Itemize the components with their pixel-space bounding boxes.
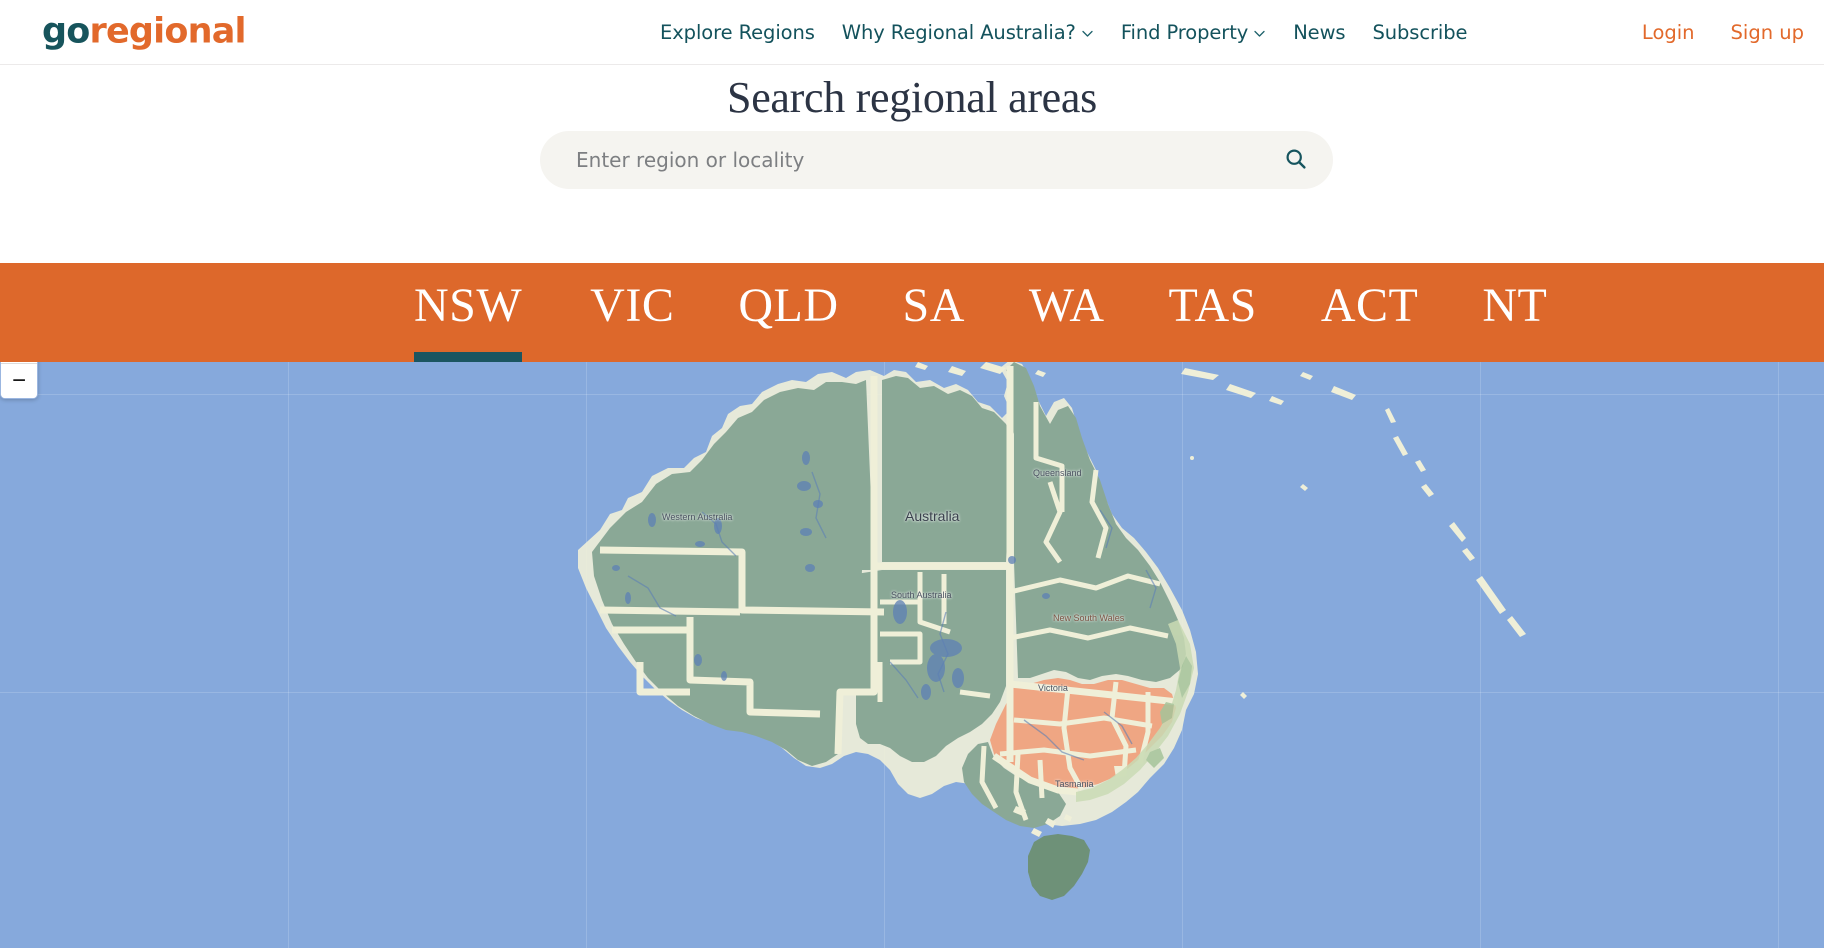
state-tab-nt[interactable]: NT [1450,263,1579,362]
state-tab-label: NT [1482,279,1548,332]
page-root: goregional Explore Regions Why Regional … [0,0,1824,948]
nav-label: Subscribe [1372,20,1468,44]
logo-text-go: go [42,11,90,52]
state-tasmania [1028,834,1090,900]
nav-label: Find Property [1120,20,1249,44]
state-tab-label: ACT [1320,279,1419,332]
auth-links: Login Sign up [1642,0,1804,65]
map-canvas[interactable]: Australia Western Australia South Austra… [0,362,1824,948]
site-logo[interactable]: goregional [42,11,247,52]
page-title: Search regional areas [727,73,1097,122]
map-geometry [578,362,1526,900]
state-tab-label: VIC [590,279,675,332]
chevron-down-icon [1253,27,1266,40]
nav-label: Explore Regions [660,20,815,44]
state-tab-vic[interactable]: VIC [558,263,706,362]
state-tab-label: QLD [738,279,839,332]
northern-islands [915,362,1006,376]
search-input[interactable] [540,131,1265,189]
map-zoom-out-button[interactable]: − [1,363,37,398]
state-northern-territory [882,376,1012,562]
state-tab-bar: NSW VIC QLD SA WA TAS ACT NT [0,263,1824,362]
state-western-australia [592,380,874,766]
nav-item-explore-regions[interactable]: Explore Regions [660,23,815,43]
map-zoom-controls: + − [0,362,38,399]
nav-item-subscribe[interactable]: Subscribe [1372,23,1467,43]
search-icon [1284,147,1308,174]
state-tab-wa[interactable]: WA [997,263,1137,362]
search-submit-button[interactable] [1265,131,1327,189]
state-tab-label: NSW [414,279,523,332]
state-tab-sa[interactable]: SA [871,263,997,362]
state-tab-nsw[interactable]: NSW [414,263,558,362]
nav-item-why-regional-australia[interactable]: Why Regional Australia? [842,23,1094,43]
nav-label: News [1293,20,1346,44]
state-tab-act[interactable]: ACT [1289,263,1451,362]
state-tab-label: SA [902,279,965,332]
nav-item-news[interactable]: News [1293,23,1345,43]
state-tab-label: WA [1028,279,1105,332]
chevron-down-icon [1081,27,1094,40]
signup-link[interactable]: Sign up [1731,23,1804,43]
state-tab-list: NSW VIC QLD SA WA TAS ACT NT [414,263,1579,362]
nav-label: Why Regional Australia? [841,20,1076,44]
state-tab-label: TAS [1168,279,1257,332]
search-panel: Search regional areas [0,65,1824,263]
login-link[interactable]: Login [1642,23,1695,43]
state-tab-qld[interactable]: QLD [706,263,870,362]
site-header: goregional Explore Regions Why Regional … [0,0,1824,65]
logo-text-regional: regional [89,11,247,52]
main-navigation: Explore Regions Why Regional Australia? … [660,0,1467,65]
nav-item-find-property[interactable]: Find Property [1121,23,1266,43]
state-tab-tas[interactable]: TAS [1137,263,1289,362]
search-box[interactable] [540,131,1333,189]
